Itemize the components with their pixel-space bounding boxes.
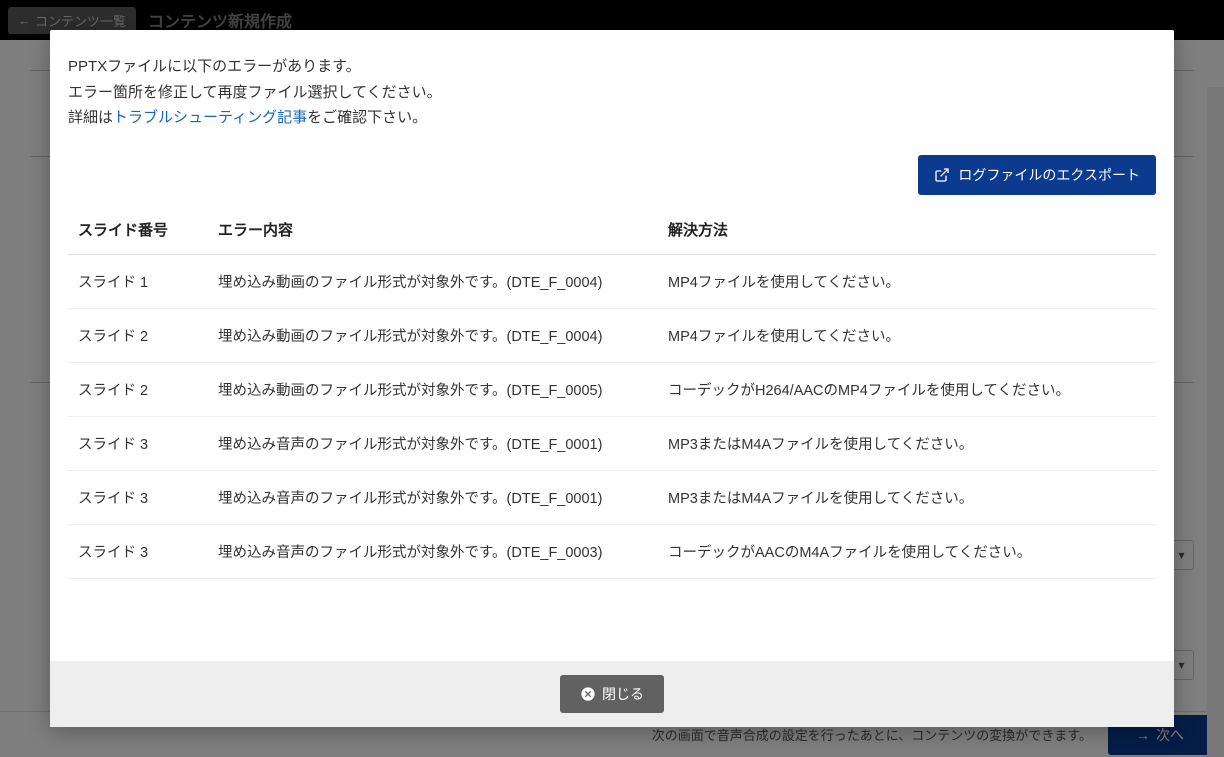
troubleshooting-link[interactable]: トラブルシューティング記事 [113,109,307,126]
table-cell: MP3またはM4Aファイルを使用してください。 [658,470,1156,524]
table-row: スライド 2埋め込み動画のファイル形式が対象外です。(DTE_F_0004)MP… [68,308,1156,362]
modal-body: PPTXファイルに以下のエラーがあります。 エラー箇所を修正して再度ファイル選択… [50,30,1174,661]
error-msg-line3-prefix: 詳細は [68,109,113,126]
col-header-slide: スライド番号 [68,205,208,255]
export-log-button-label: ログファイルのエクスポート [958,165,1140,185]
table-cell: MP3またはM4Aファイルを使用してください。 [658,416,1156,470]
table-cell: 埋め込み動画のファイル形式が対象外です。(DTE_F_0005) [208,362,658,416]
table-row: スライド 3埋め込み音声のファイル形式が対象外です。(DTE_F_0001)MP… [68,416,1156,470]
table-cell: 埋め込み動画のファイル形式が対象外です。(DTE_F_0004) [208,308,658,362]
table-cell: MP4ファイルを使用してください。 [658,308,1156,362]
table-cell: スライド 2 [68,308,208,362]
table-cell: コーデックがAACのM4Aファイルを使用してください。 [658,524,1156,578]
table-row: スライド 3埋め込み音声のファイル形式が対象外です。(DTE_F_0003)コー… [68,524,1156,578]
error-msg-line2: エラー箇所を修正して再度ファイル選択してください。 [68,84,442,101]
table-row: スライド 3埋め込み音声のファイル形式が対象外です。(DTE_F_0001)MP… [68,470,1156,524]
close-button-label: 閉じる [602,684,644,704]
modal-footer: 閉じる [50,661,1174,727]
table-cell: コーデックがH264/AACのMP4ファイルを使用してください。 [658,362,1156,416]
error-table: スライド番号 エラー内容 解決方法 スライド 1埋め込み動画のファイル形式が対象… [68,205,1156,579]
table-cell: スライド 3 [68,524,208,578]
col-header-error: エラー内容 [208,205,658,255]
table-cell: 埋め込み音声のファイル形式が対象外です。(DTE_F_0001) [208,470,658,524]
export-log-button[interactable]: ログファイルのエクスポート [918,155,1156,195]
table-cell: 埋め込み音声のファイル形式が対象外です。(DTE_F_0001) [208,416,658,470]
table-cell: 埋め込み動画のファイル形式が対象外です。(DTE_F_0004) [208,254,658,308]
table-cell: スライド 1 [68,254,208,308]
error-modal: PPTXファイルに以下のエラーがあります。 エラー箇所を修正して再度ファイル選択… [50,30,1174,727]
error-msg-line1: PPTXファイルに以下のエラーがあります。 [68,58,361,75]
open-in-new-icon [934,167,950,183]
table-row: スライド 2埋め込み動画のファイル形式が対象外です。(DTE_F_0005)コー… [68,362,1156,416]
table-row: スライド 1埋め込み動画のファイル形式が対象外です。(DTE_F_0004)MP… [68,254,1156,308]
table-cell: MP4ファイルを使用してください。 [658,254,1156,308]
error-msg-line3-suffix: をご確認下さい。 [307,109,427,126]
close-button[interactable]: 閉じる [560,675,664,713]
col-header-solution: 解決方法 [658,205,1156,255]
table-cell: スライド 3 [68,416,208,470]
table-cell: スライド 3 [68,470,208,524]
close-circle-icon [580,686,596,702]
table-cell: 埋め込み音声のファイル形式が対象外です。(DTE_F_0003) [208,524,658,578]
table-cell: スライド 2 [68,362,208,416]
error-message: PPTXファイルに以下のエラーがあります。 エラー箇所を修正して再度ファイル選択… [68,54,1156,131]
